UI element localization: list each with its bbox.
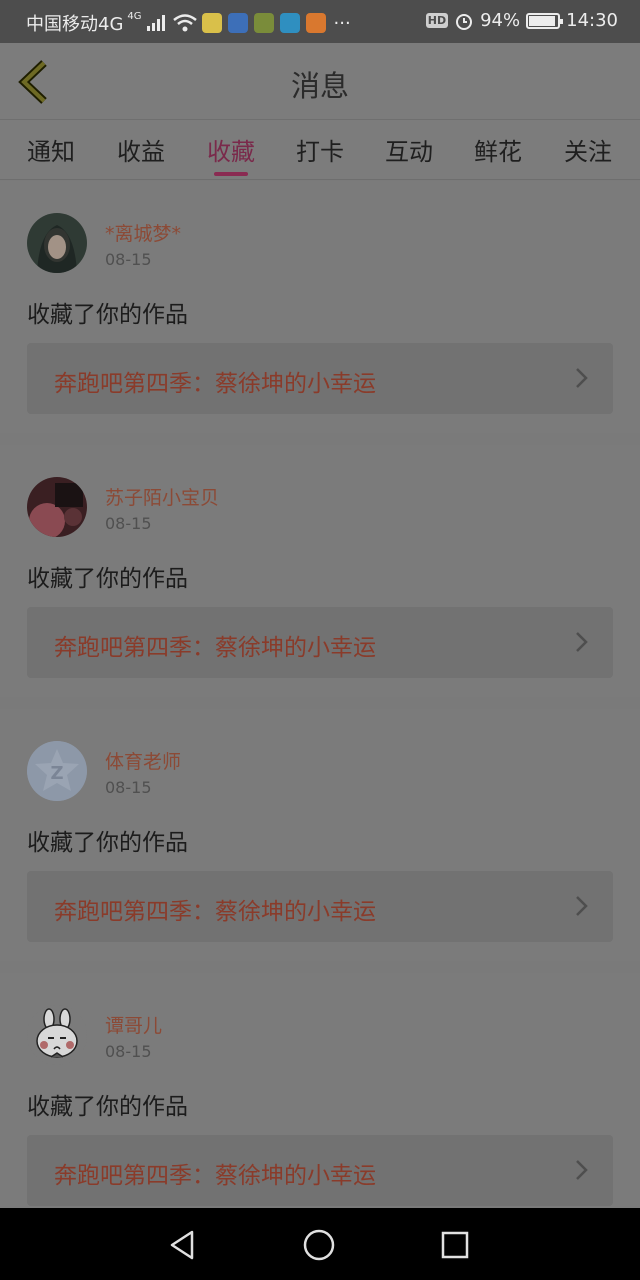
action-text: 收藏了你的作品 xyxy=(27,1094,188,1120)
action-text: 收藏了你的作品 xyxy=(27,302,188,328)
chevron-right-icon xyxy=(576,896,588,916)
tab-3[interactable]: 打卡 xyxy=(296,132,344,167)
action-text: 收藏了你的作品 xyxy=(27,566,188,592)
nav-back-icon[interactable] xyxy=(166,1228,200,1262)
network-badge: 4G xyxy=(127,10,142,22)
nav-home-icon[interactable] xyxy=(302,1228,336,1262)
carrier-label: 中国移动4G xyxy=(26,14,124,35)
avatar[interactable] xyxy=(27,477,87,537)
tab-5[interactable]: 鲜花 xyxy=(474,132,522,167)
chevron-right-icon xyxy=(576,368,588,388)
hd-icon: HD xyxy=(425,13,449,28)
svg-text:Z: Z xyxy=(50,763,63,784)
work-title: 奔跑吧第四季：蔡徐坤的小幸运 xyxy=(54,899,376,925)
clock: 14:30 xyxy=(566,10,618,31)
active-tab-indicator xyxy=(214,172,248,176)
username-link[interactable]: *离城梦* xyxy=(105,219,181,246)
message-card: Z 体育老师 08-15 收藏了你的作品奔跑吧第四季：蔡徐坤的小幸运 xyxy=(0,709,640,961)
tab-0[interactable]: 通知 xyxy=(27,132,75,167)
app-icon-4 xyxy=(279,13,300,33)
avatar[interactable] xyxy=(27,1005,87,1065)
work-link[interactable]: 奔跑吧第四季：蔡徐坤的小幸运 xyxy=(27,1135,613,1206)
tab-1[interactable]: 收益 xyxy=(117,132,165,167)
app-header: 消息 xyxy=(0,43,640,120)
work-title: 奔跑吧第四季：蔡徐坤的小幸运 xyxy=(54,371,376,397)
message-date: 08-15 xyxy=(105,1042,152,1061)
status-bar: 中国移动4G 4G ··· HD 94% 14:30 xyxy=(0,0,640,43)
battery-level xyxy=(529,15,556,26)
app-icon-1 xyxy=(201,13,222,33)
wifi-icon xyxy=(172,14,197,32)
work-title: 奔跑吧第四季：蔡徐坤的小幸运 xyxy=(54,635,376,661)
work-link[interactable]: 奔跑吧第四季：蔡徐坤的小幸运 xyxy=(27,343,613,414)
alarm-icon xyxy=(456,13,473,30)
work-link[interactable]: 奔跑吧第四季：蔡徐坤的小幸运 xyxy=(27,607,613,678)
battery-percent: 94% xyxy=(480,10,521,31)
message-card: 谭哥儿 08-15 收藏了你的作品奔跑吧第四季：蔡徐坤的小幸运 xyxy=(0,973,640,1225)
tab-2[interactable]: 收藏 xyxy=(207,132,255,167)
message-date: 08-15 xyxy=(105,514,152,533)
message-date: 08-15 xyxy=(105,778,152,797)
action-text: 收藏了你的作品 xyxy=(27,830,188,856)
chevron-right-icon xyxy=(576,632,588,652)
app-icon-3 xyxy=(253,13,274,33)
avatar[interactable] xyxy=(27,213,87,273)
page-title: 消息 xyxy=(290,69,349,103)
system-nav-bar xyxy=(0,1208,640,1280)
message-date: 08-15 xyxy=(105,250,152,269)
work-link[interactable]: 奔跑吧第四季：蔡徐坤的小幸运 xyxy=(27,871,613,942)
baidu-icon xyxy=(227,13,248,33)
more-icon: ··· xyxy=(333,12,351,34)
tab-4[interactable]: 互动 xyxy=(385,132,433,167)
username-link[interactable]: 谭哥儿 xyxy=(105,1011,162,1038)
signal-icon xyxy=(146,15,165,31)
status-right: HD 94% 14:30 xyxy=(425,10,618,31)
username-link[interactable]: 体育老师 xyxy=(105,747,181,774)
work-title: 奔跑吧第四季：蔡徐坤的小幸运 xyxy=(54,1163,376,1189)
message-card: 苏子陌小宝贝 08-15 收藏了你的作品奔跑吧第四季：蔡徐坤的小幸运 xyxy=(0,445,640,697)
chevron-right-icon xyxy=(576,1160,588,1180)
message-card: *离城梦* 08-15 收藏了你的作品奔跑吧第四季：蔡徐坤的小幸运 xyxy=(0,181,640,433)
tab-6[interactable]: 关注 xyxy=(564,132,612,167)
notification-icons xyxy=(201,13,326,33)
status-left: 中国移动4G 4G ··· xyxy=(26,10,351,36)
nav-recents-icon[interactable] xyxy=(438,1228,472,1262)
avatar[interactable]: Z xyxy=(27,741,87,801)
username-link[interactable]: 苏子陌小宝贝 xyxy=(105,483,219,510)
battery-icon xyxy=(526,12,564,29)
tab-bar: 通知 收益 收藏 打卡 互动 鲜花 关注 xyxy=(0,120,640,180)
uc-icon xyxy=(305,13,326,33)
